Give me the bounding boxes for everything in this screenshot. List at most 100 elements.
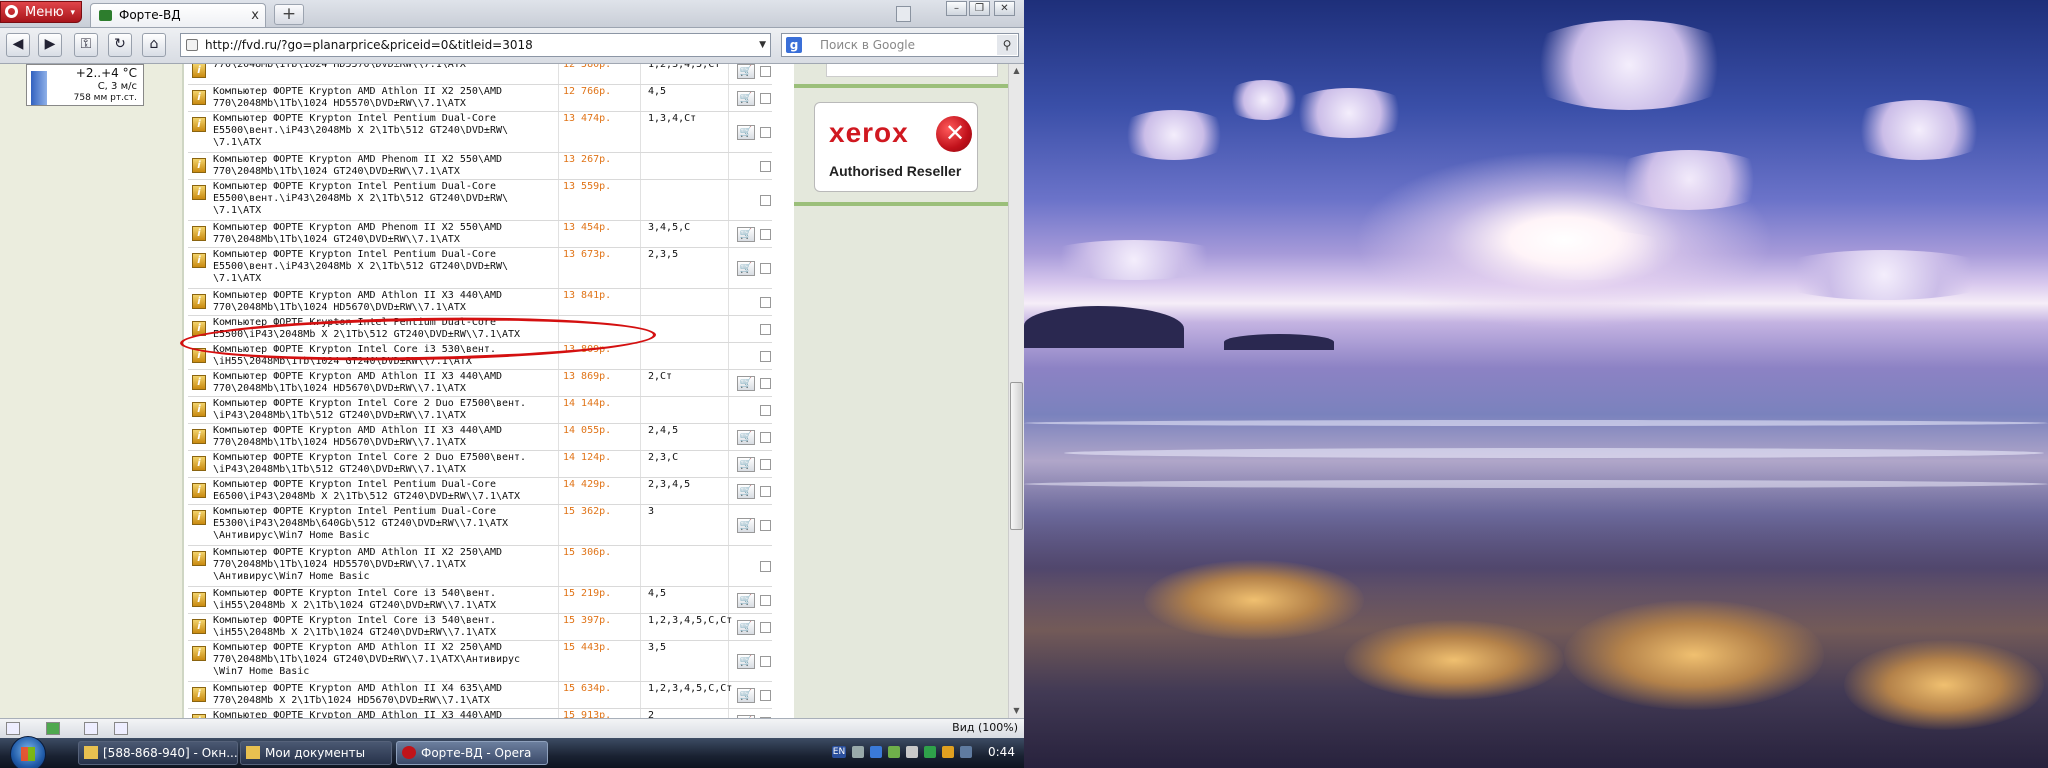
info-icon[interactable]: i <box>192 592 206 607</box>
key-icon[interactable]: ⚿ <box>74 33 98 57</box>
clock[interactable]: 0:44 <box>988 745 1015 759</box>
compare-checkbox[interactable] <box>760 324 771 335</box>
turbo-icon[interactable] <box>84 722 98 735</box>
cart-icon[interactable]: 🛒 <box>737 518 755 533</box>
home-button[interactable]: ⌂ <box>142 33 166 57</box>
speed-dial-icon[interactable] <box>114 722 128 735</box>
product-name[interactable]: Компьютер ФОРТЕ Krypton Intel Core 2 Duo… <box>213 452 553 476</box>
tab-forte[interactable]: Форте-ВД x <box>90 3 266 27</box>
product-name[interactable]: Компьютер ФОРТЕ Krypton AMD Phenom II X2… <box>213 154 553 178</box>
product-name[interactable]: Компьютер ФОРТЕ Krypton Intel Pentium Du… <box>213 506 553 542</box>
restore-button[interactable]: ❐ <box>969 1 990 16</box>
info-icon[interactable]: i <box>192 483 206 498</box>
compare-checkbox[interactable] <box>760 351 771 362</box>
compare-checkbox[interactable] <box>760 229 771 240</box>
compare-checkbox[interactable] <box>760 66 771 77</box>
google-icon[interactable]: g <box>786 37 802 53</box>
volume-icon[interactable] <box>906 746 918 758</box>
compare-checkbox[interactable] <box>760 520 771 531</box>
antivirus-icon[interactable] <box>888 746 900 758</box>
display-icon[interactable] <box>960 746 972 758</box>
cart-icon[interactable]: 🛒 <box>737 430 755 445</box>
network-icon[interactable] <box>870 746 882 758</box>
weather-widget[interactable]: +2..+4 °C С, 3 м/с 758 мм рт.ст. <box>26 64 144 106</box>
compare-checkbox[interactable] <box>760 297 771 308</box>
cart-icon[interactable]: 🛒 <box>737 64 755 79</box>
xerox-banner[interactable]: xerox Authorised Reseller <box>814 102 978 192</box>
cart-icon[interactable]: 🛒 <box>737 227 755 242</box>
product-name[interactable]: Компьютер ФОРТЕ Krypton AMD Athlon II X3… <box>213 290 553 314</box>
menu-button[interactable]: Меню ▾ <box>0 1 82 23</box>
language-indicator[interactable]: EN <box>832 746 846 758</box>
scroll-down-icon[interactable]: ▼ <box>1010 704 1023 718</box>
product-name[interactable]: Компьютер ФОРТЕ Krypton Intel Core i3 54… <box>213 588 553 612</box>
info-icon[interactable]: i <box>192 294 206 309</box>
compare-checkbox[interactable] <box>760 561 771 572</box>
compare-checkbox[interactable] <box>760 405 771 416</box>
chevron-down-icon[interactable]: ▼ <box>759 34 766 56</box>
product-name[interactable]: Компьютер ФОРТЕ Krypton Intel Pentium Du… <box>213 181 553 217</box>
reload-button[interactable]: ↻ <box>108 33 132 57</box>
keyboard-icon[interactable] <box>852 746 864 758</box>
info-icon[interactable]: i <box>192 619 206 634</box>
taskbar-item-opera[interactable]: Форте-ВД - Opera <box>396 741 548 765</box>
compare-checkbox[interactable] <box>760 459 771 470</box>
product-name[interactable]: Компьютер ФОРТЕ Krypton Intel Core 2 Duo… <box>213 398 553 422</box>
unite-icon[interactable] <box>46 722 60 735</box>
address-field[interactable]: http://fvd.ru/?go=planarprice&priceid=0&… <box>180 33 771 57</box>
info-icon[interactable]: i <box>192 158 206 173</box>
close-tab-button[interactable]: x <box>251 4 259 27</box>
cart-icon[interactable]: 🛒 <box>737 125 755 140</box>
info-icon[interactable]: i <box>192 429 206 444</box>
app-icon[interactable] <box>924 746 936 758</box>
compare-checkbox[interactable] <box>760 622 771 633</box>
compare-checkbox[interactable] <box>760 195 771 206</box>
cart-icon[interactable]: 🛒 <box>737 484 755 499</box>
update-icon[interactable] <box>942 746 954 758</box>
product-name[interactable]: Компьютер ФОРТЕ Krypton AMD Athlon II X4… <box>213 683 553 707</box>
minimize-button[interactable]: – <box>946 1 967 16</box>
info-icon[interactable]: i <box>192 185 206 200</box>
cart-icon[interactable]: 🛒 <box>737 91 755 106</box>
compare-checkbox[interactable] <box>760 378 771 389</box>
new-tab-button[interactable]: + <box>274 4 304 25</box>
product-name[interactable]: Компьютер ФОРТЕ Krypton AMD Athlon II X3… <box>213 710 553 718</box>
info-icon[interactable]: i <box>192 117 206 132</box>
compare-checkbox[interactable] <box>760 486 771 497</box>
start-button[interactable] <box>10 736 46 768</box>
compare-checkbox[interactable] <box>760 432 771 443</box>
info-icon[interactable]: i <box>192 64 206 78</box>
product-name[interactable]: Компьютер ФОРТЕ Krypton Intel Pentium Du… <box>213 249 553 285</box>
info-icon[interactable]: i <box>192 253 206 268</box>
cart-icon[interactable]: 🛒 <box>737 261 755 276</box>
product-name[interactable]: Компьютер ФОРТЕ Krypton AMD Athlon II X3… <box>213 425 553 449</box>
product-name[interactable]: 770\2048Mb\1Tb\1024 HD5570\DVD±RW\\7.1\A… <box>213 64 553 71</box>
close-window-button[interactable]: ✕ <box>994 1 1015 16</box>
trash-icon[interactable] <box>896 6 911 22</box>
product-name[interactable]: Компьютер ФОРТЕ Krypton AMD Athlon II X2… <box>213 86 553 110</box>
product-name[interactable]: Компьютер ФОРТЕ Krypton Intel Pentium Du… <box>213 113 553 149</box>
zoom-level[interactable]: Вид (100%) <box>952 721 1018 734</box>
scroll-up-icon[interactable]: ▲ <box>1010 64 1023 78</box>
info-icon[interactable]: i <box>192 551 206 566</box>
product-name[interactable]: Компьютер ФОРТЕ Krypton Intel Pentium Du… <box>213 479 553 503</box>
cart-icon[interactable]: 🛒 <box>737 457 755 472</box>
info-icon[interactable]: i <box>192 646 206 661</box>
taskbar-item-documents[interactable]: Мои документы <box>240 741 392 765</box>
search-input[interactable]: g Поиск в Google ⚲ <box>781 33 1019 57</box>
info-icon[interactable]: i <box>192 510 206 525</box>
info-icon[interactable]: i <box>192 687 206 702</box>
compare-checkbox[interactable] <box>760 656 771 667</box>
cart-icon[interactable]: 🛒 <box>737 376 755 391</box>
product-name[interactable]: Компьютер ФОРТЕ Krypton AMD Phenom II X2… <box>213 222 553 246</box>
cart-icon[interactable]: 🛒 <box>737 688 755 703</box>
back-button[interactable]: ◀ <box>6 33 30 57</box>
compare-checkbox[interactable] <box>760 595 771 606</box>
compare-checkbox[interactable] <box>760 93 771 104</box>
product-name[interactable]: Компьютер ФОРТЕ Krypton AMD Athlon II X3… <box>213 371 553 395</box>
info-icon[interactable]: i <box>192 456 206 471</box>
vertical-scrollbar[interactable]: ▲ ▼ <box>1008 64 1024 718</box>
info-icon[interactable]: i <box>192 90 206 105</box>
product-name[interactable]: Компьютер ФОРТЕ Krypton Intel Core i3 54… <box>213 615 553 639</box>
panel-toggle-icon[interactable] <box>6 722 20 735</box>
